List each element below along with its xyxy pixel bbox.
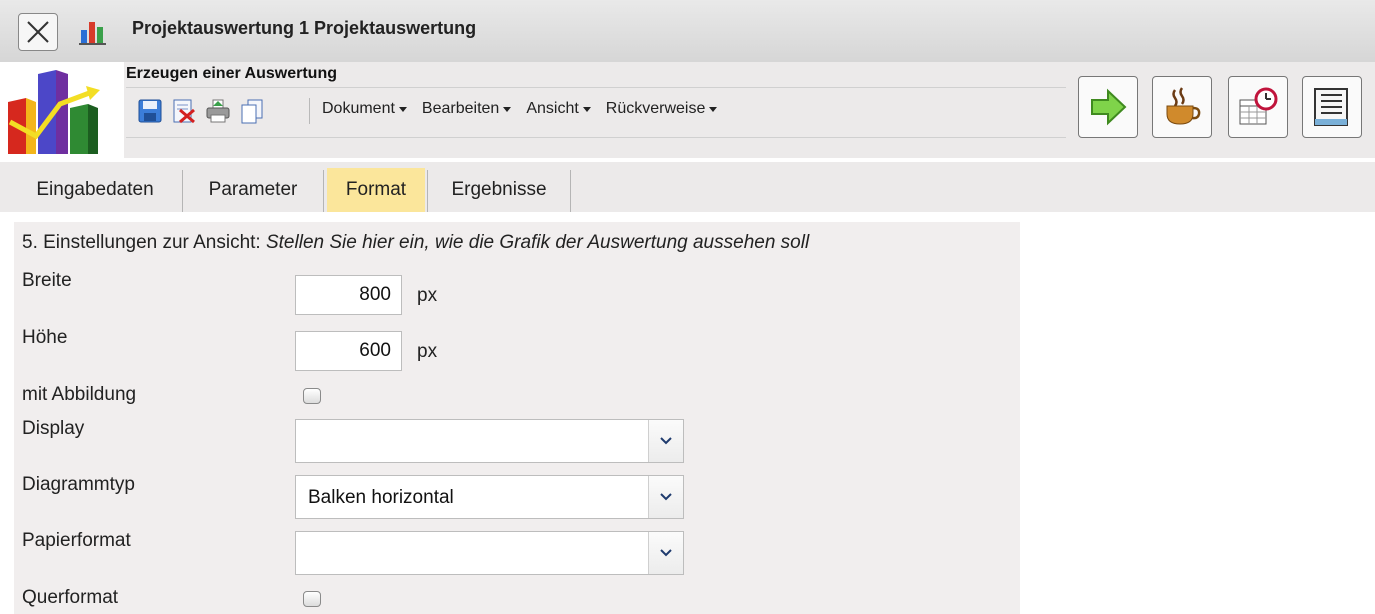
chart-type-select[interactable]: Balken horizontal <box>295 475 684 519</box>
tab-divider <box>182 170 183 212</box>
chevron-down-icon[interactable] <box>648 532 683 574</box>
tab-parameter[interactable]: Parameter <box>186 168 320 212</box>
menu-ansicht[interactable]: Ansicht <box>526 100 591 118</box>
tab-ergebnisse[interactable]: Ergebnisse <box>430 168 568 212</box>
with-image-checkbox[interactable] <box>303 388 321 404</box>
height-unit: px <box>417 341 438 362</box>
copy-button[interactable] <box>238 96 266 126</box>
display-select[interactable] <box>295 419 684 463</box>
display-label: Display <box>22 418 85 439</box>
tab-eingabedaten[interactable]: Eingabedaten <box>10 168 180 212</box>
close-icon <box>27 21 49 43</box>
form-hint: Stellen Sie hier ein, wie die Grafik der… <box>265 232 810 253</box>
run-arrow-icon <box>1091 88 1127 126</box>
background-run-button[interactable] <box>1152 76 1212 138</box>
with-image-label: mit Abbildung <box>22 384 137 405</box>
save-icon <box>138 99 162 123</box>
chevron-down-icon[interactable] <box>648 420 683 462</box>
print-icon <box>206 99 230 123</box>
paper-format-select[interactable] <box>295 531 684 575</box>
chevron-down-icon <box>398 106 407 112</box>
list-settings-button[interactable] <box>1302 76 1362 138</box>
delete-button[interactable] <box>170 96 198 126</box>
section-title: Erzeugen einer Auswertung <box>126 65 337 82</box>
close-button[interactable] <box>18 13 58 51</box>
save-button[interactable] <box>136 96 164 126</box>
width-label: Breite <box>22 270 72 291</box>
paper-format-label: Papierformat <box>22 530 131 551</box>
form-heading: 5. Einstellungen zur Ansicht: Stellen Si… <box>22 232 810 253</box>
menu-rueckverweise[interactable]: Rückverweise <box>606 100 718 118</box>
bar-chart-icon <box>79 22 106 45</box>
menu-bar: Dokument Bearbeiten Ansicht Rückverweise <box>322 100 718 118</box>
print-button[interactable] <box>204 96 232 126</box>
chevron-down-icon <box>503 106 512 112</box>
toolbar-divider <box>126 87 1066 88</box>
chevron-down-icon <box>709 106 718 112</box>
report-logo-icon <box>0 62 124 158</box>
chevron-down-icon <box>582 106 591 112</box>
chart-type-label: Diagrammtyp <box>22 474 135 495</box>
height-label: Höhe <box>22 327 68 348</box>
width-unit: px <box>417 285 438 306</box>
menu-dokument[interactable]: Dokument <box>322 100 407 118</box>
toolbar-separator <box>309 98 310 124</box>
tab-divider <box>427 170 428 212</box>
landscape-label: Querformat <box>22 587 119 608</box>
delete-document-icon <box>173 99 195 124</box>
copy-icon <box>241 99 263 124</box>
width-input[interactable]: 800 <box>295 275 402 315</box>
menu-bearbeiten[interactable]: Bearbeiten <box>422 100 512 118</box>
toolbar-divider <box>126 137 1066 138</box>
run-button[interactable] <box>1078 76 1138 138</box>
tab-divider <box>323 170 324 212</box>
tab-divider <box>570 170 571 212</box>
toolbar-icons <box>136 96 266 126</box>
landscape-checkbox[interactable] <box>303 591 321 607</box>
list-settings-icon <box>1314 88 1348 126</box>
schedule-calendar-icon <box>1239 87 1278 125</box>
chevron-down-icon[interactable] <box>648 476 683 518</box>
schedule-button[interactable] <box>1228 76 1288 138</box>
coffee-icon <box>1166 87 1201 125</box>
height-input[interactable]: 600 <box>295 331 402 371</box>
window-title: Projektauswertung 1 Projektauswertung <box>132 18 477 38</box>
tab-format[interactable]: Format <box>327 168 425 212</box>
